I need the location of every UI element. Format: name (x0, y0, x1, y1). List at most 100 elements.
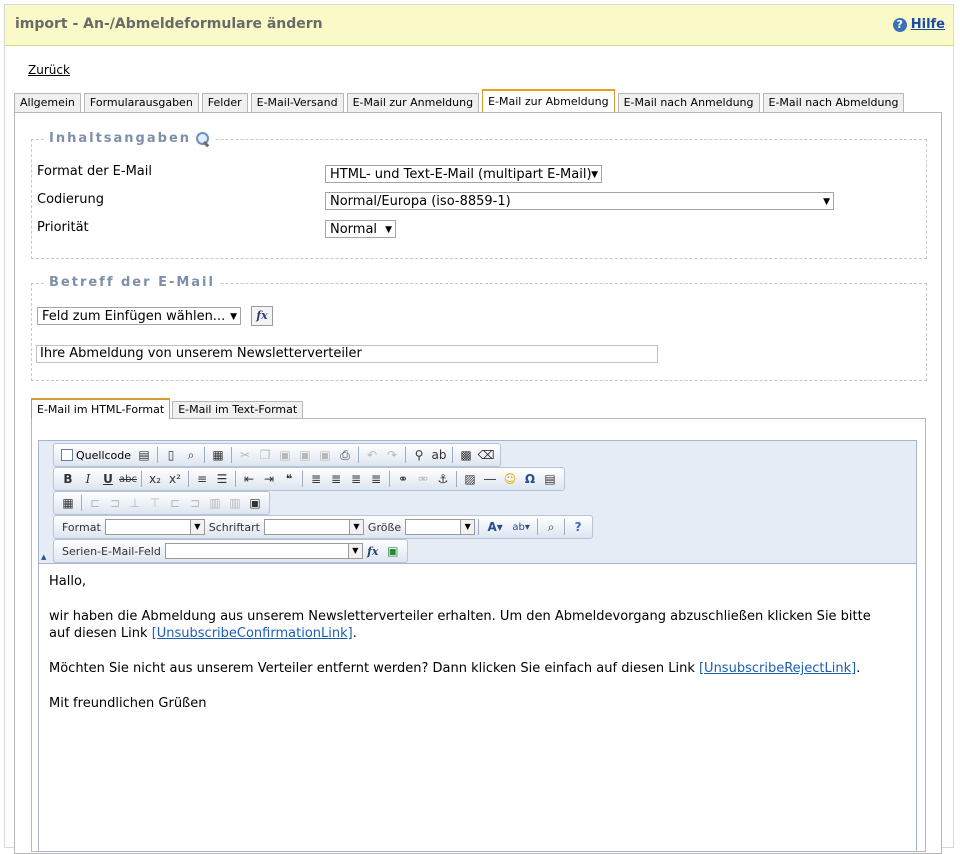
insert-field-value: Feld zum Einfügen wählen... (42, 309, 226, 324)
paste-icon[interactable]: ▣ (275, 446, 295, 464)
question-icon[interactable]: ? (892, 17, 907, 32)
chevron-down-icon: ▼ (348, 520, 363, 534)
insert-field-icon[interactable]: ▣ (383, 542, 403, 560)
editor-content[interactable]: Hallo, wir haben die Abmeldung aus unser… (49, 573, 879, 730)
delete-row-icon[interactable]: ⊥ (125, 494, 145, 512)
size-combo[interactable]: ▼ (405, 519, 476, 535)
toolbar-row-5: Serien-E-Mail-Feld ▼ fx ▣ (53, 539, 408, 563)
format-select-value: HTML- und Text-E-Mail (multipart E-Mail) (330, 167, 592, 182)
align-right-icon[interactable]: ≣ (346, 470, 366, 488)
page-break-icon[interactable]: ▤ (540, 470, 560, 488)
tab-text-format[interactable]: E-Mail im Text-Format (172, 401, 304, 418)
insert-col-after-icon[interactable]: ⊏ (165, 494, 185, 512)
tab-felder[interactable]: Felder (201, 93, 248, 112)
strike-button[interactable]: abc (118, 470, 138, 488)
help-area[interactable]: ? Hilfe (892, 17, 945, 32)
subject-input[interactable]: Ihre Abmeldung von unserem Newsletterver… (36, 345, 658, 363)
undo-icon[interactable]: ↶ (362, 446, 382, 464)
insert-row-before-icon[interactable]: ⊏ (85, 494, 105, 512)
insert-field-select[interactable]: Feld zum Einfügen wählen... ▼ (37, 307, 241, 325)
anchor-icon[interactable]: ⚓ (433, 470, 453, 488)
blockquote-icon[interactable]: ❝ (279, 470, 299, 488)
bg-color-icon[interactable]: ab▾ (508, 518, 534, 536)
source-button[interactable]: Quellcode (58, 446, 134, 464)
source-label: Quellcode (76, 448, 132, 462)
insert-col-icon[interactable]: ⊤ (145, 494, 165, 512)
maximize-icon[interactable]: ⌕ (541, 518, 561, 536)
paste-template-icon[interactable]: ▤ (134, 446, 154, 464)
superscript-icon[interactable]: x² (165, 470, 185, 488)
fx-toolbar-button[interactable]: fx (363, 542, 383, 560)
cut-icon[interactable]: ✂ (235, 446, 255, 464)
format-combo[interactable]: ▼ (104, 519, 205, 535)
numbered-list-icon[interactable]: ≡ (192, 470, 212, 488)
priority-select[interactable]: Normal ▼ (325, 220, 396, 238)
bold-button[interactable]: B (58, 470, 78, 488)
subscript-icon[interactable]: x₂ (145, 470, 165, 488)
replace-icon[interactable]: ab (429, 446, 449, 464)
font-combo-label: Schriftart (208, 520, 260, 534)
bullet-list-icon[interactable]: ☰ (212, 470, 232, 488)
select-all-icon[interactable]: ▩ (456, 446, 476, 464)
horizontal-rule-icon[interactable]: ― (480, 470, 500, 488)
tab-email-nach-abmeldung[interactable]: E-Mail nach Abmeldung (762, 93, 905, 112)
print-icon[interactable]: ⎙ (335, 446, 355, 464)
title-bar: import - An-/Abmeldeformulare ändern ? H… (5, 5, 953, 46)
align-center-icon[interactable]: ≣ (326, 470, 346, 488)
tab-formularausgaben[interactable]: Formularausgaben (83, 93, 199, 112)
size-combo-label: Größe (367, 520, 402, 534)
main-tabs: Allgemein Formularausgaben Felder E-Mail… (14, 89, 905, 113)
separator (564, 519, 566, 535)
fx-button[interactable]: fx (251, 306, 273, 326)
font-combo[interactable]: ▼ (263, 519, 364, 535)
chevron-down-icon: ▼ (189, 520, 204, 534)
remove-format-icon[interactable]: ⌫ (476, 446, 496, 464)
toolbar-row-3: ▦ ⊏ ⊐ ⊥ ⊤ ⊏ ⊐ ▥ ▥ ▣ (53, 491, 270, 515)
delete-col-icon[interactable]: ⊐ (185, 494, 205, 512)
about-icon[interactable]: ? (568, 518, 588, 536)
smiley-icon[interactable]: ☺ (500, 470, 520, 488)
underline-button[interactable]: U (98, 470, 118, 488)
indent-icon[interactable]: ⇥ (259, 470, 279, 488)
redo-icon[interactable]: ↷ (382, 446, 402, 464)
templates-icon[interactable]: ▦ (208, 446, 228, 464)
align-left-icon[interactable]: ≣ (306, 470, 326, 488)
find-icon[interactable]: ⚲ (409, 446, 429, 464)
image-icon[interactable]: ▨ (460, 470, 480, 488)
magnifier-icon[interactable] (195, 131, 210, 148)
encoding-select-value: Normal/Europa (iso-8859-1) (330, 194, 511, 209)
tab-email-zur-anmeldung[interactable]: E-Mail zur Anmeldung (346, 93, 480, 112)
collapse-toolbar-icon[interactable]: ▲ (41, 553, 46, 561)
reject-link[interactable]: [UnsubscribeRejectLink] (699, 661, 856, 676)
mailmerge-combo[interactable]: ▼ (164, 543, 363, 559)
subject-fieldset: Betreff der E-Mail (31, 275, 927, 381)
confirm-link[interactable]: [UnsubscribeConfirmationLink] (152, 626, 353, 641)
reject-paragraph: Möchten Sie nicht aus unserem Verteiler … (49, 660, 879, 677)
outdent-icon[interactable]: ⇤ (239, 470, 259, 488)
paste-text-icon[interactable]: ▣ (295, 446, 315, 464)
tab-email-zur-abmeldung[interactable]: E-Mail zur Abmeldung (482, 89, 615, 112)
paste-word-icon[interactable]: ▣ (315, 446, 335, 464)
insert-row-after-icon[interactable]: ⊐ (105, 494, 125, 512)
copy-icon[interactable]: ❐ (255, 446, 275, 464)
help-link[interactable]: Hilfe (911, 17, 945, 32)
tab-html-format[interactable]: E-Mail im HTML-Format (31, 398, 171, 419)
new-page-icon[interactable]: ▯ (161, 446, 181, 464)
special-char-button[interactable]: Ω (520, 470, 540, 488)
split-cells-icon[interactable]: ▥ (225, 494, 245, 512)
tab-email-nach-anmeldung[interactable]: E-Mail nach Anmeldung (617, 93, 760, 112)
format-select[interactable]: HTML- und Text-E-Mail (multipart E-Mail)… (325, 165, 602, 183)
preview-icon[interactable]: ⌕ (181, 446, 201, 464)
italic-button[interactable]: I (78, 470, 98, 488)
link-icon[interactable]: ⚭ (393, 470, 413, 488)
table-props-icon[interactable]: ▣ (245, 494, 265, 512)
encoding-select[interactable]: Normal/Europa (iso-8859-1) ▼ (325, 192, 834, 210)
text-color-icon[interactable]: A▾ (482, 518, 508, 536)
merge-cells-icon[interactable]: ▥ (205, 494, 225, 512)
table-icon[interactable]: ▦ (58, 494, 78, 512)
tab-email-versand[interactable]: E-Mail-Versand (250, 93, 344, 112)
unlink-icon[interactable]: ⚮ (413, 470, 433, 488)
tab-allgemein[interactable]: Allgemein (14, 93, 81, 112)
align-justify-icon[interactable]: ≣ (366, 470, 386, 488)
back-link[interactable]: Zurück (28, 63, 70, 77)
